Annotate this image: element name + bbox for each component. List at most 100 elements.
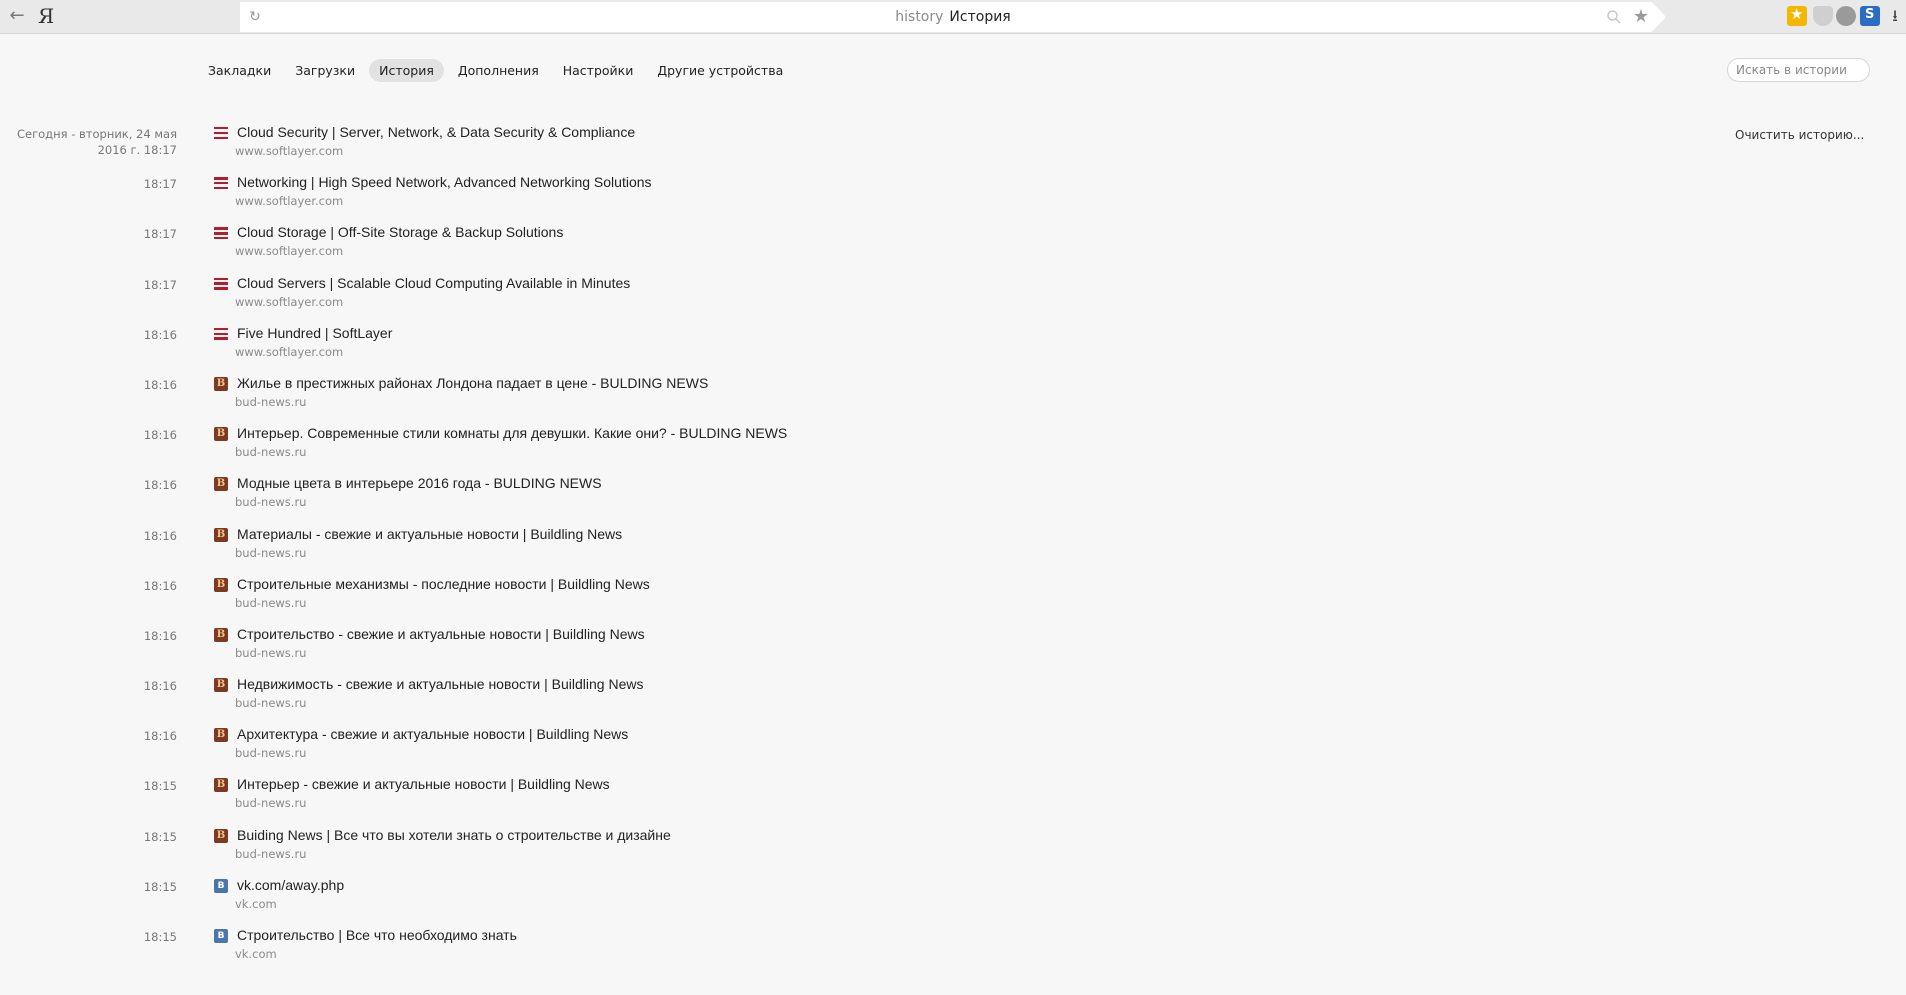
- history-entry-title[interactable]: Cloud Servers | Scalable Cloud Computing…: [237, 275, 630, 291]
- history-entry-title[interactable]: Строительные механизмы - последние новос…: [237, 576, 650, 592]
- extension-icon[interactable]: [1813, 6, 1833, 26]
- tab-history[interactable]: История: [369, 59, 444, 82]
- budnews-favicon-icon: B: [214, 828, 228, 843]
- history-entry-title[interactable]: Недвижимость - свежие и актуальные новос…: [237, 676, 644, 692]
- history-entry[interactable]: 18:17 Cloud Servers | Scalable Cloud Comp…: [0, 275, 1906, 325]
- softlayer-favicon-icon: [214, 126, 228, 140]
- softlayer-favicon-icon: [214, 327, 228, 341]
- history-entry[interactable]: 18:16 B Модные цвета в интерьере 2016 года…: [0, 475, 1906, 525]
- address-host: history: [895, 9, 944, 25]
- history-entry-title[interactable]: Строительство | Все что необходимо знать: [237, 927, 517, 943]
- budnews-favicon-icon: B: [214, 427, 228, 442]
- download-icon[interactable]: ⭳: [1886, 6, 1904, 26]
- yandex-logo-icon[interactable]: Я: [38, 4, 58, 28]
- history-search-input[interactable]: [1727, 58, 1870, 82]
- history-time: 18:15: [143, 779, 177, 794]
- history-entry[interactable]: 18:15 B Интерьер - свежие и актуальные нов…: [0, 776, 1906, 826]
- extension-icon[interactable]: [1836, 6, 1856, 26]
- budnews-favicon-icon: B: [214, 678, 228, 693]
- history-entry[interactable]: 18:17 Cloud Storage | Off-Site Storage & …: [0, 224, 1906, 274]
- browser-toolbar: ← Я ↻ historyИстория ★ ⭳: [0, 0, 1906, 34]
- history-entry[interactable]: 18:16 B Строительные механизмы - последние…: [0, 576, 1906, 626]
- tab-downloads[interactable]: Загрузки: [285, 59, 365, 82]
- vk-favicon-icon: B: [214, 929, 228, 943]
- softlayer-favicon-icon: [214, 176, 228, 190]
- history-entry-title[interactable]: Cloud Security | Server, Network, & Data…: [237, 124, 635, 140]
- softlayer-favicon-icon: [214, 226, 228, 240]
- address-bar[interactable]: ↻ history История ★: [240, 2, 1666, 32]
- budnews-favicon-icon: B: [214, 627, 228, 642]
- history-entry-title[interactable]: Жилье в престижных районах Лондона падае…: [237, 375, 708, 391]
- history-entry[interactable]: 18:15 B Buiding News | Все что вы хотели з…: [0, 827, 1906, 877]
- history-entry-domain: bud-news.ru: [235, 445, 307, 460]
- softlayer-favicon-icon: [214, 277, 228, 291]
- tab-other-devices[interactable]: Другие устройства: [647, 59, 793, 82]
- address-text[interactable]: history История: [240, 9, 1666, 25]
- history-entry[interactable]: Сегодня - вторник, 24 мая 2016 г. 18:17 C…: [0, 124, 1906, 174]
- history-entry[interactable]: 18:16 B Архитектура - свежие и актуальные …: [0, 726, 1906, 776]
- budnews-favicon-icon: B: [214, 527, 228, 542]
- history-entry-title[interactable]: Networking | High Speed Network, Advance…: [237, 174, 652, 190]
- history-time: 18:16: [143, 428, 177, 443]
- history-entry[interactable]: 18:16 B Недвижимость - свежие и актуальные…: [0, 676, 1906, 726]
- history-entry-title[interactable]: Архитектура - свежие и актуальные новост…: [237, 726, 628, 742]
- history-entry[interactable]: 18:17 Networking | High Speed Network, Ad…: [0, 174, 1906, 224]
- history-entry-title[interactable]: Buiding News | Все что вы хотели знать о…: [237, 827, 671, 843]
- address-page-title: История: [949, 9, 1011, 25]
- history-entry-title[interactable]: vk.com/away.php: [237, 877, 344, 893]
- search-icon[interactable]: [1606, 9, 1622, 25]
- history-time: 18:16: [143, 628, 177, 643]
- history-entry[interactable]: 18:16 B Строительство - свежие и актуальны…: [0, 626, 1906, 676]
- extension-icon[interactable]: [1787, 5, 1807, 26]
- tab-bookmarks[interactable]: Закладки: [198, 59, 281, 82]
- history-entry-title[interactable]: Cloud Storage | Off-Site Storage & Backu…: [237, 224, 563, 240]
- history-entry[interactable]: 18:16 B Материалы - свежие и актуальные но…: [0, 526, 1906, 576]
- history-entry-title[interactable]: Модные цвета в интерьере 2016 года - BUL…: [237, 475, 602, 491]
- history-time: 18:17: [143, 277, 177, 292]
- tab-settings[interactable]: Настройки: [553, 59, 644, 82]
- budnews-favicon-icon: B: [214, 577, 228, 592]
- history-time: Сегодня - вторник, 24 мая 2016 г. 18:17: [12, 126, 177, 158]
- history-list: Сегодня - вторник, 24 мая 2016 г. 18:17 C…: [0, 124, 1906, 977]
- history-entry-domain: bud-news.ru: [235, 595, 307, 610]
- bookmark-star-icon[interactable]: ★: [1630, 6, 1652, 28]
- history-entry-title[interactable]: Интерьер. Современные стили комнаты для …: [237, 425, 787, 441]
- budnews-favicon-icon: B: [214, 778, 228, 793]
- history-time: 18:15: [143, 879, 177, 894]
- budnews-favicon-icon: B: [214, 477, 228, 492]
- history-entry[interactable]: 18:16 Five Hundred | SoftLayer www.softlay…: [0, 325, 1906, 375]
- history-entry-domain: bud-news.ru: [235, 645, 307, 660]
- history-time: 18:16: [143, 377, 177, 392]
- vk-favicon-icon: B: [214, 878, 228, 893]
- tab-addons[interactable]: Дополнения: [448, 59, 549, 82]
- history-entry-title[interactable]: Материалы - свежие и актуальные новости …: [237, 526, 622, 542]
- history-time: 18:15: [143, 829, 177, 844]
- history-entry-title[interactable]: Строительство - свежие и актуальные ново…: [237, 626, 645, 642]
- history-time: 18:16: [143, 478, 177, 493]
- history-entry-domain: www.softlayer.com: [235, 344, 344, 359]
- history-entry-domain: bud-news.ru: [235, 545, 307, 560]
- history-entry[interactable]: 18:15 B Строительство | Все что необходимо…: [0, 927, 1906, 977]
- history-entry-domain: bud-news.ru: [235, 696, 307, 711]
- extension-icon[interactable]: [1860, 6, 1880, 26]
- history-entry-domain: bud-news.ru: [235, 746, 307, 761]
- budnews-favicon-icon: B: [214, 376, 228, 391]
- history-entry-domain: vk.com: [235, 947, 277, 961]
- history-time: 18:16: [143, 528, 177, 543]
- history-entry-title[interactable]: Интерьер - свежие и актуальные новости |…: [237, 776, 610, 792]
- back-arrow-icon[interactable]: ←: [6, 5, 28, 27]
- history-entry[interactable]: 18:16 B Жилье в престижных районах Лондона…: [0, 375, 1906, 425]
- history-entry-domain: www.softlayer.com: [235, 244, 344, 259]
- history-time: 18:17: [143, 177, 177, 192]
- history-entry-domain: bud-news.ru: [235, 394, 307, 409]
- settings-nav: Закладки Загрузки История Дополнения Нас…: [198, 59, 793, 82]
- history-time: 18:16: [143, 578, 177, 593]
- history-time: 18:16: [143, 679, 177, 694]
- history-entry[interactable]: 18:16 B Интерьер. Современные стили комнат…: [0, 425, 1906, 475]
- history-entry-domain: bud-news.ru: [235, 495, 307, 510]
- budnews-favicon-icon: B: [214, 728, 228, 743]
- history-time: 18:15: [143, 930, 177, 944]
- history-entry-title[interactable]: Five Hundred | SoftLayer: [237, 325, 392, 341]
- history-entry-domain: bud-news.ru: [235, 846, 307, 861]
- history-entry[interactable]: 18:15 Bvk.com/away.php vk.com: [0, 877, 1906, 927]
